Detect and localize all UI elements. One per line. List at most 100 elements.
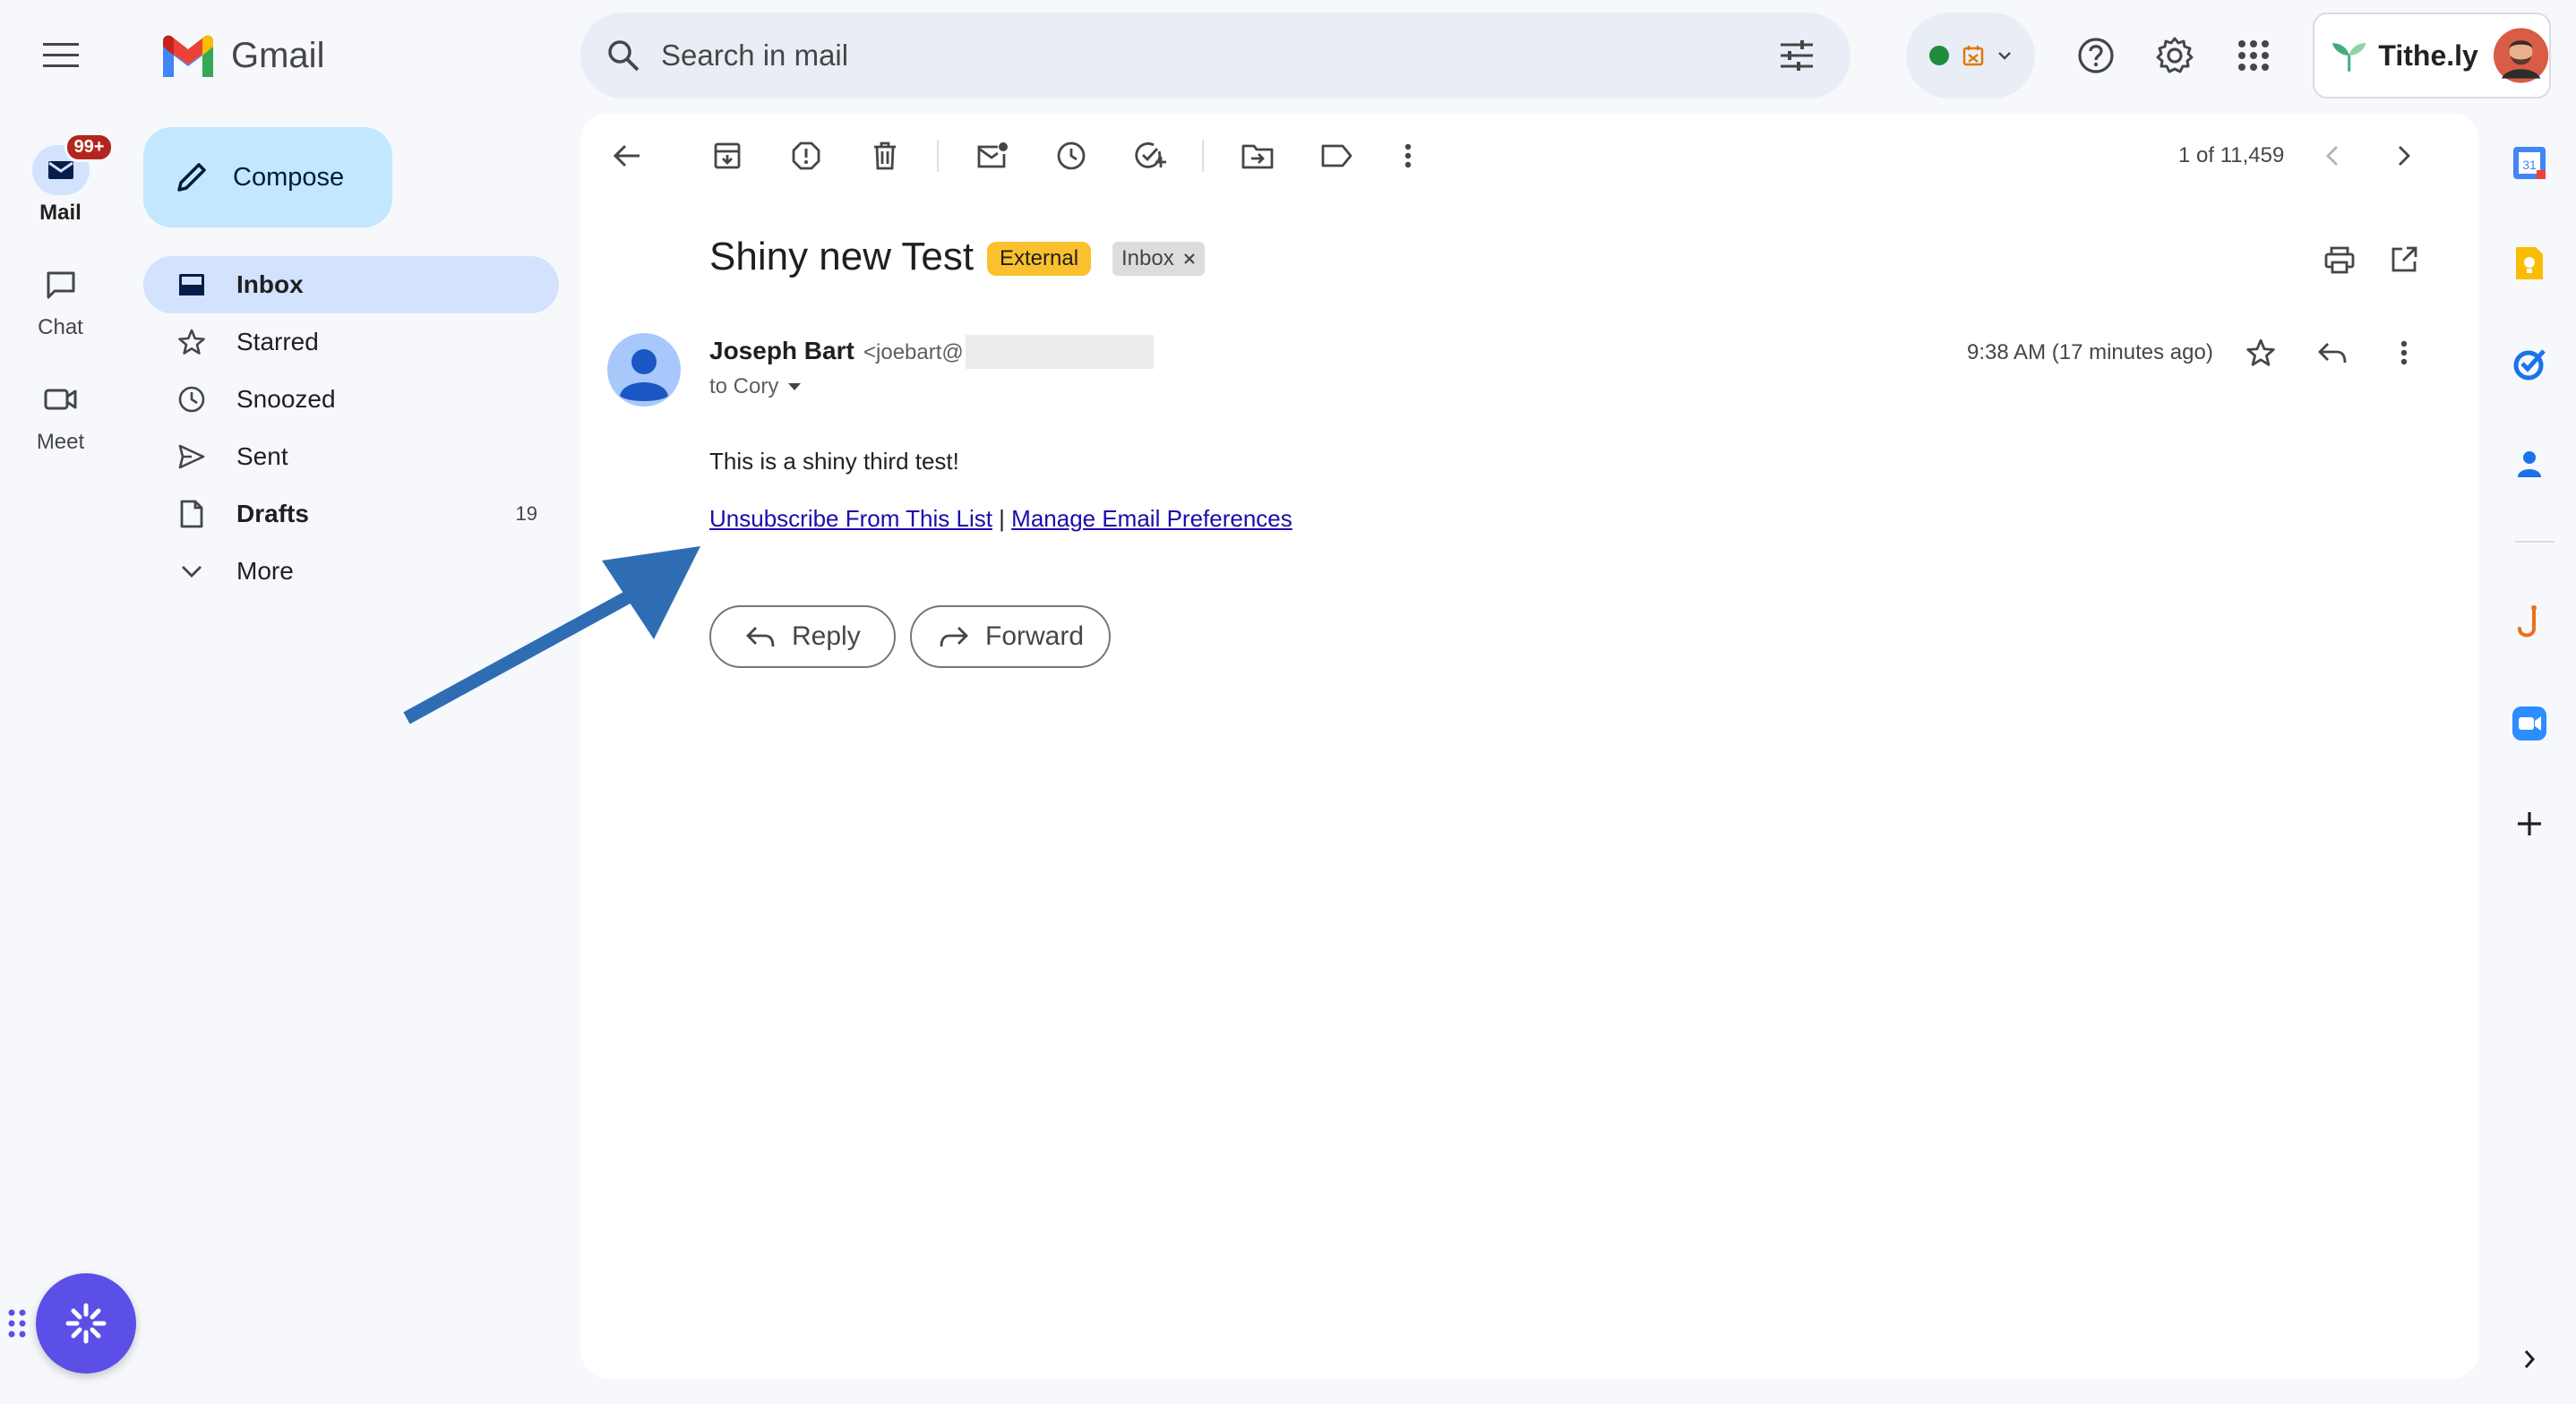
unread-badge: 99+ xyxy=(64,133,115,162)
support-button[interactable] xyxy=(2071,30,2121,81)
hamburger-icon xyxy=(43,43,79,67)
move-to-button[interactable] xyxy=(1232,131,1283,181)
message-more-button[interactable] xyxy=(2379,328,2429,378)
compose-button[interactable]: Compose xyxy=(143,127,392,227)
recipient-text: to Cory xyxy=(709,374,779,398)
manage-preferences-link[interactable]: Manage Email Preferences xyxy=(1011,505,1292,532)
assistant-fab-button[interactable] xyxy=(36,1273,136,1374)
email-timestamp: 9:38 AM (17 minutes ago) xyxy=(1967,340,2213,364)
toolbar-divider xyxy=(1202,140,1204,172)
rail-mail-label: Mail xyxy=(39,201,82,225)
nav-item-starred[interactable]: Starred xyxy=(143,313,559,371)
move-to-folder-icon xyxy=(1241,144,1274,169)
send-icon xyxy=(178,444,205,469)
account-switcher[interactable]: Tithe.ly xyxy=(2313,13,2551,98)
email-footer-links: Unsubscribe From This List | Manage Emai… xyxy=(709,505,1292,533)
label-icon xyxy=(1321,144,1352,167)
star-icon xyxy=(2246,338,2275,366)
rail-chat-label: Chat xyxy=(38,315,83,339)
nav-label-sent: Sent xyxy=(236,442,288,470)
chat-icon xyxy=(47,271,74,299)
calendar-app-button[interactable]: 31 xyxy=(2504,138,2555,188)
archive-icon xyxy=(714,142,741,169)
arrow-back-icon xyxy=(613,144,640,167)
keep-app-button[interactable] xyxy=(2504,238,2555,288)
google-contacts-icon xyxy=(2518,451,2541,477)
gmail-logo[interactable]: Gmail xyxy=(159,34,324,77)
star-button[interactable] xyxy=(2236,328,2286,378)
svg-text:31: 31 xyxy=(2522,158,2537,172)
drafts-count: 19 xyxy=(515,502,537,525)
avatar xyxy=(2493,28,2549,83)
message-pane xyxy=(580,113,2479,1379)
get-addons-button[interactable] xyxy=(2504,799,2555,849)
pagination-text: 1 of 11,459 xyxy=(2178,143,2285,167)
clock-icon xyxy=(178,386,205,413)
search-bar[interactable]: Search in mail xyxy=(580,13,1850,98)
external-label: External xyxy=(987,242,1092,276)
nav-label-inbox: Inbox xyxy=(236,270,304,298)
rail-chat[interactable]: Chat xyxy=(0,260,121,340)
rail-meet[interactable]: Meet xyxy=(0,374,121,455)
link-separator: | xyxy=(992,505,1012,532)
chevron-down-icon xyxy=(1998,52,2011,60)
hook-addon-button[interactable] xyxy=(2504,598,2555,648)
status-dot xyxy=(1929,46,1949,65)
add-task-icon xyxy=(1135,142,1166,168)
print-button[interactable] xyxy=(2314,235,2365,285)
hook-icon xyxy=(2518,605,2537,638)
search-input[interactable]: Search in mail xyxy=(661,39,848,73)
tasks-app-button[interactable] xyxy=(2504,338,2555,389)
status-selector[interactable] xyxy=(1906,13,2035,98)
tithely-leaf-icon xyxy=(2331,43,2366,72)
mark-unread-icon xyxy=(977,142,1008,168)
forward-label: Forward xyxy=(985,621,1085,651)
search-options-icon[interactable] xyxy=(1779,39,1815,72)
newer-button[interactable] xyxy=(2307,131,2357,181)
calendar-busy-icon xyxy=(1962,46,1984,66)
archive-button[interactable] xyxy=(702,131,752,181)
older-button[interactable] xyxy=(2379,131,2429,181)
google-calendar-icon: 31 xyxy=(2513,147,2546,179)
nav-label-drafts: Drafts xyxy=(236,500,309,527)
reply-icon-button[interactable] xyxy=(2307,328,2357,378)
sender-avatar[interactable] xyxy=(607,333,681,407)
back-button[interactable] xyxy=(602,131,652,181)
chevron-right-icon xyxy=(2524,1350,2536,1368)
unsubscribe-link[interactable]: Unsubscribe From This List xyxy=(709,505,992,532)
inbox-label-text: Inbox xyxy=(1121,246,1174,270)
mark-unread-button[interactable] xyxy=(967,131,1018,181)
gear-icon xyxy=(2156,37,2194,73)
pencil-icon xyxy=(177,163,206,192)
labels-button[interactable] xyxy=(1311,131,1361,181)
reply-button[interactable]: Reply xyxy=(709,605,896,668)
more-vert-icon xyxy=(1404,143,1412,168)
drag-handle-icon[interactable] xyxy=(7,1307,27,1340)
nav-item-snoozed[interactable]: Snoozed xyxy=(143,371,559,428)
delete-button[interactable] xyxy=(860,131,910,181)
mail-icon xyxy=(47,161,73,179)
nav-item-inbox[interactable]: Inbox xyxy=(143,256,559,313)
rail-mail[interactable]: 99+ Mail xyxy=(0,133,121,226)
chevron-right-icon xyxy=(2399,146,2410,166)
more-options-button[interactable] xyxy=(1383,131,1433,181)
remove-label-icon[interactable] xyxy=(1183,253,1196,265)
snooze-button[interactable] xyxy=(1046,131,1096,181)
open-new-window-button[interactable] xyxy=(2379,235,2429,285)
show-side-panel-button[interactable] xyxy=(2504,1334,2555,1384)
nav-label-starred: Starred xyxy=(236,328,319,355)
settings-button[interactable] xyxy=(2150,30,2200,81)
recipients-toggle[interactable]: to Cory xyxy=(709,374,802,399)
apps-button[interactable] xyxy=(2228,30,2279,81)
add-to-tasks-button[interactable] xyxy=(1125,131,1175,181)
trash-icon xyxy=(874,141,896,170)
nav-item-drafts[interactable]: Drafts 19 xyxy=(143,485,559,543)
report-spam-button[interactable] xyxy=(781,131,831,181)
app-name: Gmail xyxy=(231,35,325,75)
main-menu-button[interactable] xyxy=(36,30,86,81)
sender-name[interactable]: Joseph Bart xyxy=(709,337,854,365)
contacts-app-button[interactable] xyxy=(2504,439,2555,489)
nav-item-sent[interactable]: Sent xyxy=(143,428,559,485)
zoom-addon-button[interactable] xyxy=(2504,698,2555,749)
forward-button[interactable]: Forward xyxy=(910,605,1111,668)
